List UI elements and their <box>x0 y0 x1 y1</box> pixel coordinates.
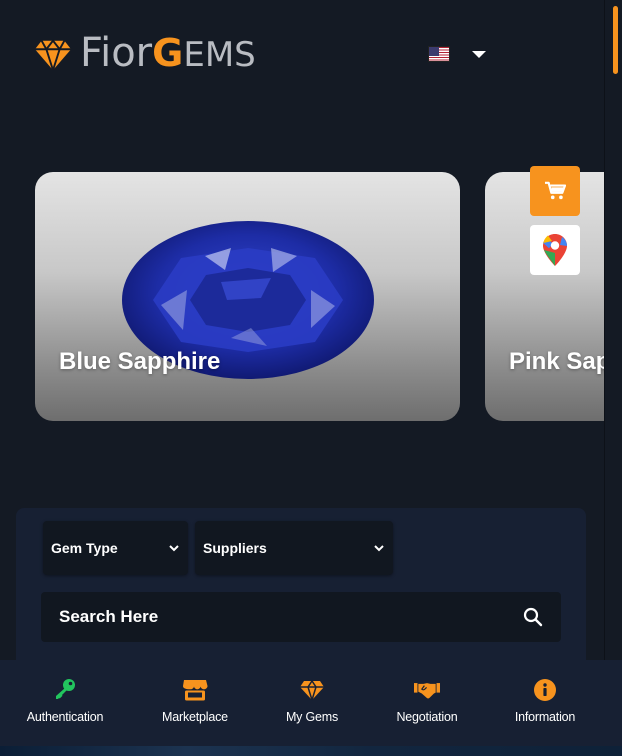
nav-marketplace[interactable]: Marketplace <box>155 660 235 746</box>
nav-label: Authentication <box>26 710 104 724</box>
app-root: Fior G EMS Blue Sapphire Pink Sap Gem Ty… <box>0 0 622 756</box>
gem-card-title: Blue Sapphire <box>59 348 221 375</box>
chevron-down-icon <box>169 545 179 552</box>
scrollbar-thumb[interactable] <box>613 6 618 74</box>
diamond-icon <box>299 678 325 702</box>
header: Fior G EMS <box>0 0 605 110</box>
scrollbar-track[interactable] <box>605 0 622 660</box>
handshake-icon <box>414 678 440 702</box>
nav-label: Information <box>514 710 576 724</box>
store-icon <box>182 678 208 702</box>
cart-icon <box>545 181 566 200</box>
search-icon[interactable] <box>523 607 543 627</box>
logo[interactable]: Fior G EMS <box>34 30 256 78</box>
us-flag-icon <box>428 46 450 62</box>
nav-negotiation[interactable]: Negotiation <box>390 660 464 746</box>
chevron-down-icon <box>374 545 384 552</box>
key-icon <box>52 678 78 702</box>
language-selector[interactable] <box>428 46 486 62</box>
diamond-logo-icon <box>34 39 72 73</box>
map-button[interactable] <box>530 225 580 275</box>
logo-ems: EMS <box>183 35 256 75</box>
suppliers-label: Suppliers <box>203 540 267 556</box>
logo-text: Fior G EMS <box>80 30 256 78</box>
filter-panel: Gem Type Suppliers <box>16 508 586 668</box>
nav-my-gems[interactable]: My Gems <box>277 660 347 746</box>
google-maps-icon <box>542 234 567 266</box>
nav-information[interactable]: Information <box>508 660 582 746</box>
gem-card-title: Pink Sap <box>509 348 605 375</box>
nav-label: Marketplace <box>162 710 228 724</box>
nav-authentication[interactable]: Authentication <box>25 660 105 746</box>
cart-button[interactable] <box>530 166 580 216</box>
nav-label: Negotiation <box>396 710 458 724</box>
search-input[interactable] <box>59 607 523 627</box>
logo-g: G <box>152 31 184 75</box>
suppliers-select[interactable]: Suppliers <box>195 521 393 575</box>
search-bar[interactable] <box>41 592 561 642</box>
bottom-nav: Authentication Marketplace My Gems Negot… <box>0 660 622 746</box>
info-icon <box>532 678 558 702</box>
background-strip <box>0 746 622 756</box>
gem-type-select[interactable]: Gem Type <box>43 521 188 575</box>
gem-carousel: Blue Sapphire Pink Sap <box>0 165 605 425</box>
gem-card-blue-sapphire[interactable]: Blue Sapphire <box>35 172 460 421</box>
caret-down-icon <box>472 50 486 58</box>
nav-label: My Gems <box>285 710 339 724</box>
logo-fior: Fior <box>80 30 153 76</box>
gem-type-label: Gem Type <box>51 540 118 556</box>
